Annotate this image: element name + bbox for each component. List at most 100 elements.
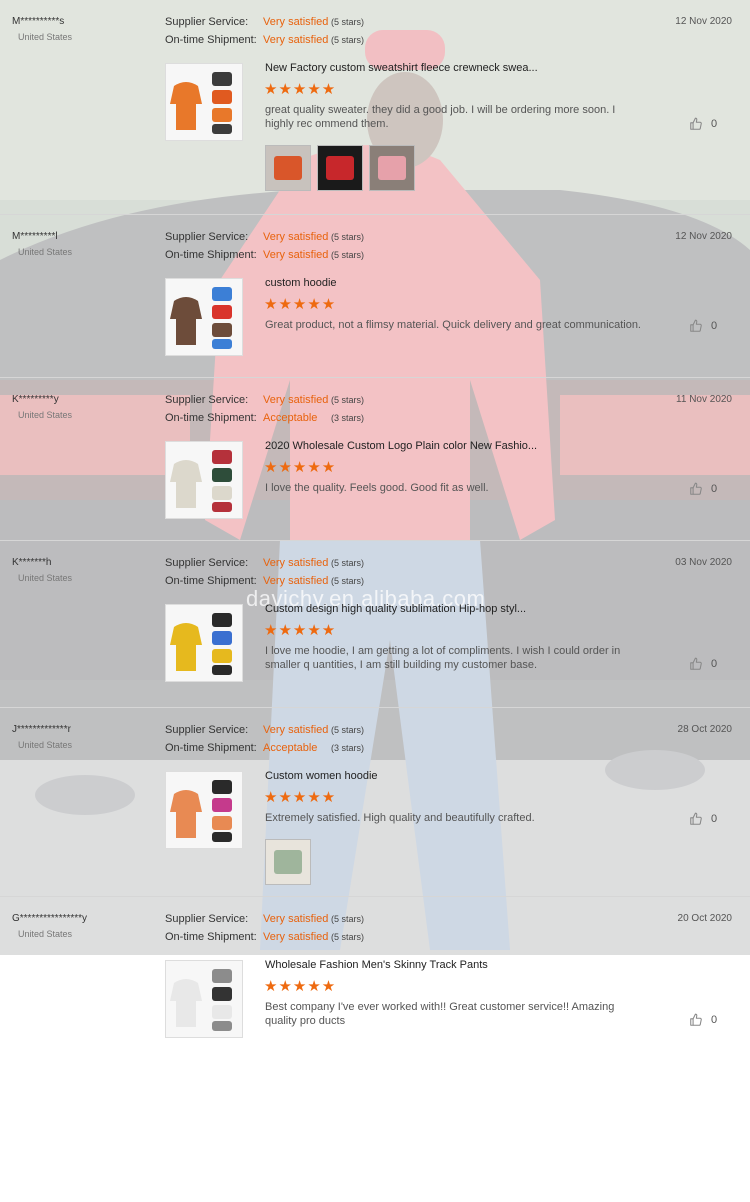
ontime-shipment-label: On-time Shipment: bbox=[165, 34, 257, 46]
product-thumbnail[interactable] bbox=[165, 771, 243, 849]
review-date: 20 Oct 2020 bbox=[677, 913, 732, 924]
ontime-shipment-value: Very satisfied bbox=[263, 931, 329, 943]
product-title-link[interactable]: Custom women hoodie bbox=[265, 770, 378, 782]
supplier-service-rating: Supplier Service: Very satisfied (5 stars) bbox=[165, 724, 364, 736]
like-button[interactable]: 0 bbox=[689, 117, 717, 131]
star-rating: ★★★★★ bbox=[264, 81, 337, 98]
reviewer-country: United States bbox=[18, 740, 73, 750]
ontime-shipment-rating: On-time Shipment: Very satisfied (5 stars) bbox=[165, 575, 364, 587]
like-count: 0 bbox=[711, 483, 718, 495]
supplier-service-value: Very satisfied bbox=[263, 724, 329, 736]
reviewer-name: M**********s bbox=[12, 16, 65, 27]
review-photo[interactable] bbox=[265, 839, 311, 885]
supplier-service-rating: Supplier Service: Very satisfied (5 stars) bbox=[165, 557, 364, 569]
ontime-shipment-stars: (5 stars) bbox=[331, 35, 365, 45]
like-count: 0 bbox=[711, 320, 718, 332]
like-count: 0 bbox=[711, 1014, 718, 1026]
thumbs-up-icon bbox=[689, 657, 703, 671]
supplier-service-rating: Supplier Service: Very satisfied (5 stars) bbox=[165, 231, 364, 243]
reviewer-country: United States bbox=[18, 32, 73, 42]
supplier-service-value: Very satisfied bbox=[263, 557, 329, 569]
review-text: great quality sweater. they did a good j… bbox=[265, 104, 616, 130]
reviewer-name: G****************y bbox=[12, 913, 88, 924]
star-rating: ★★★★★ bbox=[264, 978, 337, 995]
ontime-shipment-rating: On-time Shipment: Very satisfied (5 stars) bbox=[165, 931, 364, 943]
supplier-service-stars: (5 stars) bbox=[331, 558, 365, 568]
like-count: 0 bbox=[711, 118, 718, 130]
like-count: 0 bbox=[711, 813, 718, 825]
thumbs-up-icon bbox=[689, 812, 703, 826]
like-button[interactable]: 0 bbox=[689, 1013, 717, 1027]
review-photo[interactable] bbox=[265, 145, 311, 191]
supplier-service-label: Supplier Service: bbox=[165, 231, 249, 243]
review-text: Best company I've ever worked with!! Gre… bbox=[265, 1001, 615, 1027]
reviewer-name: M*********l bbox=[12, 231, 58, 242]
like-button[interactable]: 0 bbox=[689, 657, 717, 671]
ontime-shipment-rating: On-time Shipment: Acceptable (3 stars) bbox=[165, 412, 364, 424]
ontime-shipment-value: Very satisfied bbox=[263, 575, 329, 587]
ontime-shipment-label: On-time Shipment: bbox=[165, 412, 257, 424]
supplier-service-stars: (5 stars) bbox=[331, 725, 365, 735]
ontime-shipment-label: On-time Shipment: bbox=[165, 249, 257, 261]
supplier-service-value: Very satisfied bbox=[263, 913, 329, 925]
thumbs-up-icon bbox=[689, 1013, 703, 1027]
product-title-link[interactable]: custom hoodie bbox=[265, 277, 337, 289]
ontime-shipment-rating: On-time Shipment: Acceptable (3 stars) bbox=[165, 742, 364, 754]
review-date: 28 Oct 2020 bbox=[677, 724, 732, 735]
review-text: Extremely satisfied. High quality and be… bbox=[265, 812, 535, 824]
product-thumbnail[interactable] bbox=[165, 441, 243, 519]
like-count: 0 bbox=[711, 658, 718, 670]
review-item: K*******h United States Supplier Service… bbox=[0, 540, 750, 682]
reviewer-country: United States bbox=[18, 573, 73, 583]
ontime-shipment-stars: (5 stars) bbox=[331, 932, 365, 942]
ontime-shipment-value: Very satisfied bbox=[263, 249, 329, 261]
ontime-shipment-label: On-time Shipment: bbox=[165, 575, 257, 587]
product-thumbnail[interactable] bbox=[165, 63, 243, 141]
product-thumbnail[interactable] bbox=[165, 278, 243, 356]
like-button[interactable]: 0 bbox=[689, 482, 717, 496]
thumbs-up-icon bbox=[689, 319, 703, 333]
reviewer-country: United States bbox=[18, 247, 73, 257]
ontime-shipment-stars: (3 stars) bbox=[331, 743, 365, 753]
ontime-shipment-rating: On-time Shipment: Very satisfied (5 stars) bbox=[165, 34, 364, 46]
review-date: 12 Nov 2020 bbox=[675, 231, 732, 242]
ontime-shipment-label: On-time Shipment: bbox=[165, 931, 257, 943]
supplier-service-label: Supplier Service: bbox=[165, 913, 249, 925]
ontime-shipment-value: Very satisfied bbox=[263, 34, 329, 46]
reviewer-name: J*************r bbox=[12, 724, 71, 735]
ontime-shipment-stars: (3 stars) bbox=[331, 413, 365, 423]
product-title-link[interactable]: 2020 Wholesale Custom Logo Plain color N… bbox=[265, 440, 537, 452]
ontime-shipment-stars: (5 stars) bbox=[331, 576, 365, 586]
review-item: J*************r United States Supplier S… bbox=[0, 707, 750, 885]
supplier-service-label: Supplier Service: bbox=[165, 557, 249, 569]
supplier-service-value: Very satisfied bbox=[263, 16, 329, 28]
like-button[interactable]: 0 bbox=[689, 319, 717, 333]
product-title-link[interactable]: Wholesale Fashion Men's Skinny Track Pan… bbox=[265, 959, 488, 971]
review-item: K*********y United States Supplier Servi… bbox=[0, 377, 750, 519]
supplier-service-value: Very satisfied bbox=[263, 231, 329, 243]
product-title-link[interactable]: New Factory custom sweatshirt fleece cre… bbox=[265, 62, 538, 74]
ontime-shipment-value: Acceptable bbox=[263, 412, 318, 424]
star-rating: ★★★★★ bbox=[264, 622, 337, 639]
product-title-link[interactable]: Custom design high quality sublimation H… bbox=[265, 603, 526, 615]
supplier-service-stars: (5 stars) bbox=[331, 232, 365, 242]
review-photo[interactable] bbox=[369, 145, 415, 191]
ontime-shipment-value: Acceptable bbox=[263, 742, 318, 754]
thumbs-up-icon bbox=[689, 117, 703, 131]
supplier-service-stars: (5 stars) bbox=[331, 914, 365, 924]
like-button[interactable]: 0 bbox=[689, 812, 717, 826]
review-text: I love the quality. Feels good. Good fit… bbox=[265, 482, 489, 494]
review-text: Great product, not a flimsy material. Qu… bbox=[265, 319, 641, 331]
product-thumbnail[interactable] bbox=[165, 604, 243, 682]
product-thumbnail[interactable] bbox=[165, 960, 243, 1038]
review-photo[interactable] bbox=[317, 145, 363, 191]
supplier-service-rating: Supplier Service: Very satisfied (5 stars) bbox=[165, 913, 364, 925]
supplier-service-rating: Supplier Service: Very satisfied (5 stars) bbox=[165, 16, 364, 28]
review-item: M*********l United States Supplier Servi… bbox=[0, 214, 750, 356]
star-rating: ★★★★★ bbox=[264, 296, 337, 313]
supplier-service-label: Supplier Service: bbox=[165, 394, 249, 406]
reviewer-country: United States bbox=[18, 929, 73, 939]
review-date: 12 Nov 2020 bbox=[675, 16, 732, 27]
reviewer-name: K*********y bbox=[12, 394, 59, 405]
reviewer-country: United States bbox=[18, 410, 73, 420]
